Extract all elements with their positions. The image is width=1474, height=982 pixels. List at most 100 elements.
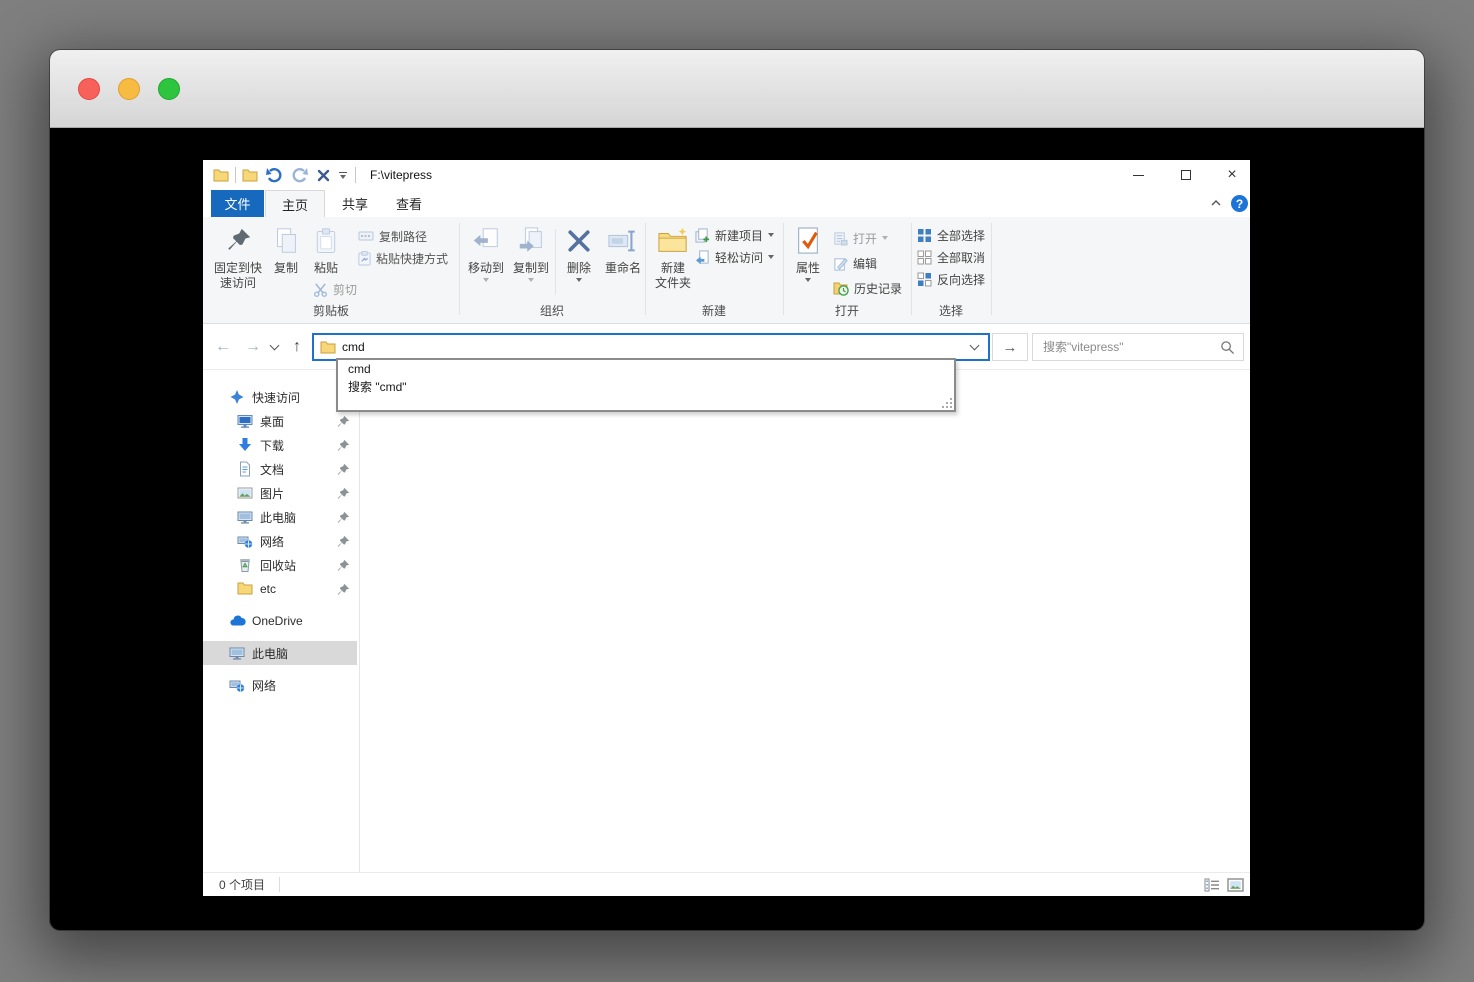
easy-access-button[interactable]: 轻松访问	[695, 247, 775, 267]
tab-share[interactable]: 共享	[329, 190, 381, 217]
sidebar-item-recycle-bin[interactable]: 回收站	[203, 553, 357, 577]
pin-to-quick-access-button[interactable]: 固定到快 速访问	[209, 221, 267, 291]
file-list-empty-area[interactable]	[361, 370, 1250, 872]
group-label-clipboard: 剪贴板	[312, 304, 349, 318]
recent-locations-chevron-icon[interactable]	[265, 335, 283, 359]
copy-to-button[interactable]: 复制到	[509, 221, 553, 282]
minimize-button[interactable]	[1116, 160, 1160, 190]
address-input[interactable]	[342, 340, 971, 354]
address-dropdown-chevron-icon[interactable]	[969, 340, 980, 350]
pin-icon	[337, 535, 350, 548]
onedrive-cloud-icon	[229, 613, 246, 629]
sidebar-item-this-pc[interactable]: 此电脑	[203, 641, 357, 665]
sidebar-item-this-pc-quick[interactable]: 此电脑	[203, 505, 357, 529]
pin-icon	[337, 415, 350, 428]
status-bar: 0 个项目	[203, 872, 1250, 896]
suggestion-item[interactable]: cmd	[338, 360, 954, 378]
up-icon[interactable]: ↑	[285, 335, 309, 359]
sidebar-item-network-quick[interactable]: 网络	[203, 529, 357, 553]
history-button[interactable]: 历史记录	[833, 278, 902, 298]
open-icon	[833, 231, 848, 246]
resize-grip-icon[interactable]	[941, 397, 953, 409]
go-to-button[interactable]: →	[992, 333, 1028, 361]
pin-icon	[337, 559, 350, 572]
close-button[interactable]: ×	[1210, 160, 1254, 190]
forward-icon[interactable]: →	[241, 335, 265, 359]
sidebar-item-quick-access[interactable]: 快速访问	[203, 385, 357, 409]
computer-icon	[237, 509, 253, 525]
tab-file[interactable]: 文件	[211, 190, 264, 217]
invert-selection-button[interactable]: 反向选择	[917, 269, 985, 289]
sidebar-item-pictures[interactable]: 图片	[203, 481, 357, 505]
download-arrow-icon	[237, 437, 253, 453]
details-view-button[interactable]	[1202, 876, 1222, 894]
minimize-traffic-light-icon[interactable]	[118, 78, 140, 100]
new-item-button[interactable]: 新建项目	[695, 225, 775, 245]
group-label-select: 选择	[938, 304, 963, 318]
toolbar-separator	[235, 167, 236, 183]
folder-icon[interactable]	[242, 168, 258, 182]
item-count: 0 个项目	[219, 878, 266, 892]
large-icons-view-button[interactable]	[1225, 876, 1245, 894]
select-all-button[interactable]: 全部选择	[917, 225, 985, 245]
back-icon[interactable]: ←	[211, 335, 235, 359]
recycle-bin-icon	[237, 557, 253, 573]
rename-button[interactable]: 重命名	[600, 221, 646, 276]
delete-qat-icon[interactable]	[317, 169, 330, 182]
sidebar-item-downloads[interactable]: 下载	[203, 433, 357, 457]
new-item-icon	[695, 227, 710, 243]
new-folder-button[interactable]: 新建 文件夹	[650, 221, 696, 291]
tab-home[interactable]: 主页	[265, 190, 325, 217]
address-bar[interactable]	[312, 333, 990, 361]
select-none-icon	[917, 250, 932, 265]
select-none-button[interactable]: 全部取消	[917, 247, 985, 267]
sidebar-item-documents[interactable]: 文档	[203, 457, 357, 481]
sidebar-item-network[interactable]: 网络	[203, 673, 357, 697]
sidebar-item-etc[interactable]: etc	[203, 577, 357, 601]
easy-access-icon	[695, 249, 710, 265]
edit-button[interactable]: 编辑	[833, 253, 877, 273]
copy-path-button[interactable]: 复制路径	[358, 226, 427, 246]
explorer-body: 快速访问 桌面 下载 文档 图片 此电脑 网络 回收站 etc OneDrive…	[203, 370, 1250, 872]
desktop-icon	[237, 413, 253, 429]
cut-button[interactable]: 剪切	[313, 279, 357, 299]
ribbon-home: 固定到快 速访问 复制 粘贴 剪切 复制路径 粘贴快捷方式 剪贴板 移动到 复制…	[203, 217, 1250, 324]
rename-icon	[607, 221, 639, 261]
tab-view[interactable]: 查看	[383, 190, 435, 217]
chevron-down-icon	[805, 278, 811, 282]
maximize-button[interactable]	[1164, 160, 1208, 190]
minimize-icon	[1132, 174, 1144, 176]
sidebar-item-desktop[interactable]: 桌面	[203, 409, 357, 433]
open-button[interactable]: 打开	[833, 228, 889, 248]
search-input[interactable]	[1033, 340, 1220, 354]
chevron-down-icon	[768, 255, 775, 259]
explorer-titlebar: F:\vitepress ×	[203, 160, 1250, 190]
move-to-button[interactable]: 移动到	[464, 221, 508, 282]
search-box[interactable]	[1032, 333, 1244, 361]
suggestion-item-search[interactable]: 搜索 "cmd"	[338, 378, 954, 396]
invert-selection-icon	[917, 272, 932, 287]
move-to-icon	[471, 221, 501, 261]
customize-toolbar-icon[interactable]	[339, 171, 347, 179]
new-folder-icon	[657, 221, 689, 261]
delete-button[interactable]: 删除	[559, 221, 599, 282]
close-traffic-light-icon[interactable]	[78, 78, 100, 100]
redo-icon[interactable]	[291, 167, 308, 183]
pin-icon	[337, 583, 350, 596]
undo-icon[interactable]	[266, 167, 283, 183]
properties-button[interactable]: 属性	[789, 221, 827, 282]
zoom-traffic-light-icon[interactable]	[158, 78, 180, 100]
pin-icon	[337, 487, 350, 500]
paste-button[interactable]: 粘贴	[306, 221, 346, 276]
folder-icon[interactable]	[213, 168, 229, 182]
chevron-down-icon	[528, 278, 534, 282]
close-icon: ×	[1227, 166, 1237, 183]
collapse-ribbon-icon[interactable]	[1209, 196, 1225, 212]
sidebar-item-onedrive[interactable]: OneDrive	[203, 609, 357, 633]
copy-button[interactable]: 复制	[267, 221, 305, 276]
paste-shortcut-button[interactable]: 粘贴快捷方式	[358, 248, 448, 268]
copy-path-icon	[358, 230, 374, 242]
select-all-icon	[917, 228, 932, 243]
pin-icon	[337, 463, 350, 476]
help-icon[interactable]: ?	[1231, 195, 1248, 212]
